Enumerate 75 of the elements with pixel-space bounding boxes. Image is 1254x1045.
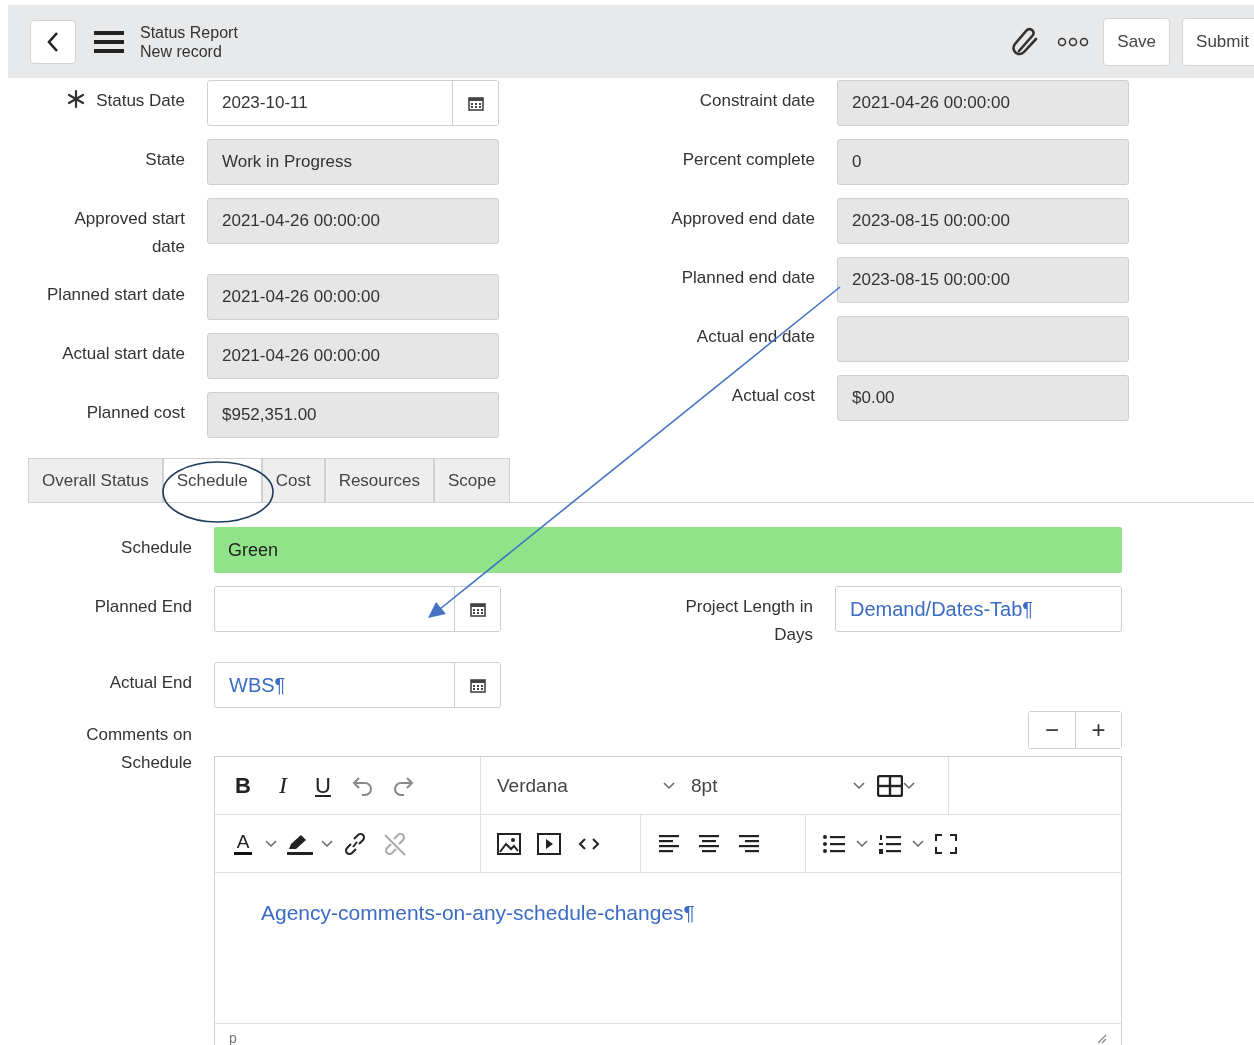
tab[interactable]: Schedule — [162, 458, 262, 502]
text-field[interactable]: 2021-04-26 00:00:00 — [207, 198, 499, 244]
table-icon — [877, 774, 903, 797]
field-label: Percent complete — [682, 149, 815, 171]
field-label: Constraint date — [699, 90, 815, 112]
record-subtitle: New record — [140, 41, 223, 61]
tab[interactable]: Cost — [261, 458, 325, 502]
chevron-down-icon[interactable] — [321, 839, 333, 848]
text-field[interactable]: 2021-04-26 00:00:00 — [837, 80, 1129, 126]
video-icon — [536, 831, 562, 856]
image-icon — [496, 831, 522, 856]
field-label: Schedule — [121, 537, 192, 559]
chevron-down-icon[interactable] — [856, 839, 868, 848]
text-field[interactable]: Work in Progress — [207, 139, 499, 185]
underline-button[interactable]: U — [305, 767, 341, 804]
text-field[interactable]: 0 — [837, 139, 1129, 185]
chevron-down-icon[interactable] — [853, 781, 865, 790]
date-field[interactable]: 2023-10-11 — [207, 80, 499, 126]
tab[interactable]: Resources — [324, 458, 434, 502]
text-field[interactable]: 2021-04-26 00:00:00 — [207, 333, 499, 379]
text-field[interactable]: $952,351.00 — [207, 392, 499, 438]
field-label: Planned start date — [47, 284, 185, 306]
action-button[interactable]: Save — [1103, 17, 1171, 66]
status-field[interactable]: Green — [214, 527, 1122, 573]
field-label: Status Date — [96, 90, 185, 112]
text-color-button[interactable]: A — [225, 825, 261, 862]
chevron-down-icon[interactable] — [663, 781, 675, 790]
link-icon — [342, 831, 368, 856]
date-field[interactable]: WBS¶ — [214, 662, 501, 708]
calendar-button[interactable] — [454, 587, 500, 631]
calendar-icon — [469, 677, 486, 693]
text-field[interactable]: $0.00 — [837, 375, 1129, 421]
italic-button[interactable]: I — [265, 767, 301, 804]
menu-icon[interactable] — [94, 29, 124, 54]
calendar-icon — [467, 95, 484, 111]
chevron-down-icon[interactable] — [903, 781, 915, 790]
field-label: Actual start date — [62, 343, 185, 365]
font-dropdown[interactable]: Verdana — [491, 767, 681, 804]
field-label: Actual end date — [696, 326, 815, 348]
field-label: Planned cost — [86, 402, 185, 424]
tab[interactable]: Overall Status — [28, 458, 163, 502]
tab[interactable]: Scope — [433, 458, 511, 502]
field-label: Planned end date — [681, 267, 815, 289]
calendar-button[interactable] — [452, 81, 498, 125]
calendar-button[interactable] — [454, 663, 500, 707]
unlink-icon — [382, 831, 408, 856]
text-field[interactable]: 2021-04-26 00:00:00 — [207, 274, 499, 320]
text-field[interactable]: 2023-08-15 00:00:00 — [837, 198, 1129, 244]
fullscreen-icon — [933, 831, 959, 856]
editor-text: Agency-comments-on-any-schedule-changes¶ — [261, 901, 695, 924]
back-icon — [46, 30, 60, 53]
field-label: Project Length in Days — [684, 596, 813, 646]
text-field[interactable]: 2023-08-15 00:00:00 — [837, 257, 1129, 303]
field-label: Actual End — [109, 672, 192, 694]
field-label: State — [145, 149, 185, 171]
field-label: Actual cost — [731, 385, 815, 407]
size-dropdown[interactable]: 8pt — [685, 767, 871, 804]
bold-button[interactable]: B — [225, 767, 261, 804]
rich-text-editor[interactable]: B I U Verdana 8pt A Agency-comments-on-any-schedule-changes¶ p — [214, 756, 1122, 1045]
field-label: Approved end date — [671, 208, 815, 230]
chevron-down-icon[interactable] — [912, 839, 924, 848]
record-title: Status Report — [140, 22, 238, 42]
text-field[interactable] — [837, 316, 1129, 362]
date-field[interactable] — [214, 586, 501, 632]
calendar-icon — [469, 601, 486, 617]
back-button[interactable] — [30, 19, 76, 64]
expand-button[interactable]: + — [1075, 712, 1121, 748]
field-label: Comments on Schedule — [85, 724, 192, 774]
action-button[interactable]: Submit — [1182, 17, 1254, 66]
more-icon[interactable] — [1057, 36, 1090, 47]
element-path: p — [229, 1029, 237, 1045]
text-field[interactable]: Demand/Dates-Tab¶ — [835, 586, 1122, 632]
chevron-down-icon[interactable] — [265, 839, 277, 848]
field-label: Approved start date — [73, 208, 185, 258]
field-label: Planned End — [94, 596, 192, 618]
